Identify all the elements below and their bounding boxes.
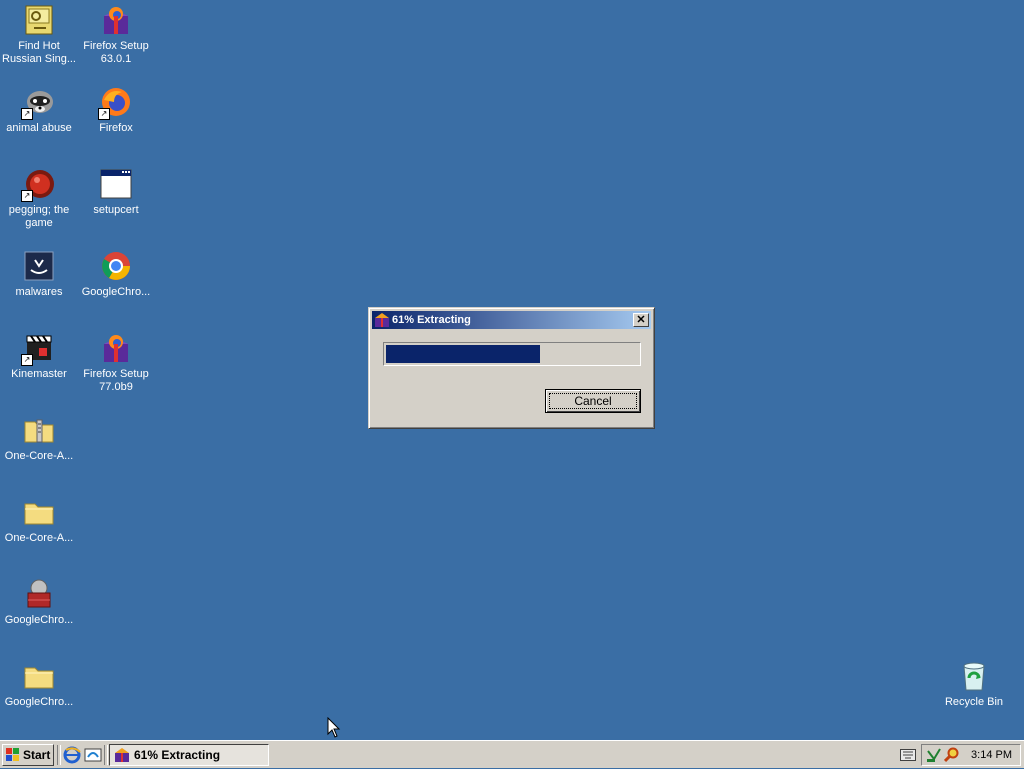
progress-bar xyxy=(383,342,641,366)
desktop-icon-label: One-Core-A... xyxy=(4,532,74,544)
certificate-icon xyxy=(23,4,55,36)
desktop-icon-recycle-bin[interactable]: Recycle Bin xyxy=(935,660,1013,709)
desktop-icon-label: GoogleChro... xyxy=(81,286,151,298)
installer-icon xyxy=(23,578,55,610)
desktop-icon-label: Recycle Bin xyxy=(944,696,1004,708)
desktop-icon-label: Firefox xyxy=(99,122,133,134)
network-icon[interactable] xyxy=(926,747,942,763)
folder-icon xyxy=(23,496,55,528)
desktop-icon-googlechrome-folder[interactable]: GoogleChro... xyxy=(0,660,78,709)
desktop-icon-label: Firefox Setup 63.0.1 xyxy=(83,40,149,65)
red-ball-icon: ↗ xyxy=(21,168,55,202)
desktop-icon-malwares[interactable]: malwares xyxy=(0,250,78,299)
desktop-icon-setupcert[interactable]: setupcert xyxy=(77,168,155,217)
desktop-icon-kinemaster[interactable]: ↗ Kinemaster xyxy=(0,332,78,381)
desktop-icon-label: pegging; the game xyxy=(8,204,70,229)
desktop-icon-find-hot-russian[interactable]: Find Hot Russian Sing... xyxy=(0,4,78,66)
desktop-icon-label: Find Hot Russian Sing... xyxy=(2,40,76,65)
chrome-icon xyxy=(100,250,132,282)
window-icon xyxy=(100,168,132,200)
recycle-bin-icon xyxy=(958,660,990,692)
archive-app-icon xyxy=(374,312,390,328)
raccoon-icon: ↗ xyxy=(21,86,55,120)
desktop-icon-label: Kinemaster xyxy=(11,368,67,380)
search-icon[interactable] xyxy=(943,747,960,763)
quicklaunch-separator xyxy=(57,745,61,765)
windows-flag-icon xyxy=(6,748,20,762)
desktop-icon-label: GoogleChro... xyxy=(4,614,74,626)
zip-folder-icon xyxy=(23,414,55,446)
quicklaunch-separator xyxy=(104,745,108,765)
desktop-icon-label: malwares xyxy=(15,286,63,298)
progress-fill xyxy=(386,345,540,363)
app-icon xyxy=(23,250,55,282)
firefox-setup-icon xyxy=(100,4,132,36)
desktop-icon-pegging[interactable]: ↗ pegging; the game xyxy=(0,168,78,230)
mouse-cursor-icon xyxy=(327,716,341,739)
start-button[interactable]: Start xyxy=(2,744,54,766)
shortcut-arrow-icon: ↗ xyxy=(21,354,33,366)
show-desktop-icon[interactable] xyxy=(84,746,102,764)
folder-icon xyxy=(23,660,55,692)
desktop-icon-googlechrome-installer[interactable]: GoogleChro... xyxy=(0,578,78,627)
taskbar: Start 61% Extracting 3:14 PM xyxy=(0,740,1024,768)
close-button[interactable]: ✕ xyxy=(633,313,649,327)
shortcut-arrow-icon: ↗ xyxy=(98,108,110,120)
shortcut-arrow-icon: ↗ xyxy=(21,190,33,202)
desktop-icon-firefox[interactable]: ↗ Firefox xyxy=(77,86,155,135)
system-tray: 3:14 PM xyxy=(921,744,1021,766)
firefox-setup-icon xyxy=(100,332,132,364)
extracting-dialog: 61% Extracting ✕ Cancel xyxy=(368,307,655,429)
start-label: Start xyxy=(23,748,51,762)
desktop-icon-googlechrome[interactable]: GoogleChro... xyxy=(77,250,155,299)
clock[interactable]: 3:14 PM xyxy=(971,745,1012,765)
desktop-icon-one-core-folder[interactable]: One-Core-A... xyxy=(0,496,78,545)
shortcut-arrow-icon: ↗ xyxy=(21,108,33,120)
desktop-icon-label: One-Core-A... xyxy=(4,450,74,462)
desktop-icon-firefox-setup-63[interactable]: Firefox Setup 63.0.1 xyxy=(77,4,155,66)
dialog-title: 61% Extracting xyxy=(392,314,471,326)
taskbar-button-label: 61% Extracting xyxy=(134,748,221,762)
desktop-icon-label: Firefox Setup 77.0b9 xyxy=(83,368,149,393)
taskbar-button-extracting[interactable]: 61% Extracting xyxy=(109,744,269,766)
clapper-icon: ↗ xyxy=(21,332,55,366)
cancel-label: Cancel xyxy=(549,393,637,409)
dialog-titlebar[interactable]: 61% Extracting ✕ xyxy=(372,311,651,329)
keyboard-icon[interactable] xyxy=(900,749,916,761)
desktop-icon-firefox-setup-77[interactable]: Firefox Setup 77.0b9 xyxy=(77,332,155,394)
desktop-icon-label: animal abuse xyxy=(6,122,72,134)
firefox-icon: ↗ xyxy=(98,86,132,120)
desktop-icon-animal-abuse[interactable]: ↗ animal abuse xyxy=(0,86,78,135)
internet-explorer-icon[interactable] xyxy=(63,746,81,764)
desktop-icon-label: GoogleChro... xyxy=(4,696,74,708)
desktop-icon-label: setupcert xyxy=(93,204,139,216)
desktop-icon-one-core-zip[interactable]: One-Core-A... xyxy=(0,414,78,463)
close-icon: ✕ xyxy=(636,314,646,326)
cancel-button[interactable]: Cancel xyxy=(545,389,641,413)
archive-app-icon xyxy=(114,747,130,763)
